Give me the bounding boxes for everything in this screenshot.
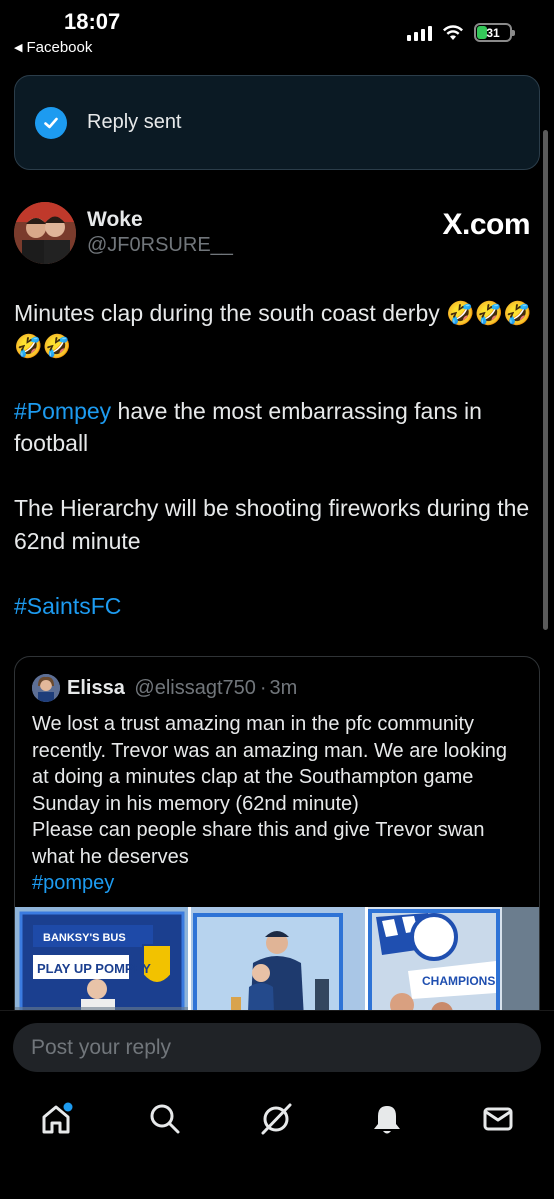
battery-icon: 31 [474,23,515,42]
bottom-nav [0,1099,554,1144]
author-avatar[interactable] [14,202,76,264]
media-image-text: PLAY UP POMPEY [37,961,151,976]
back-arrow-icon: ◀ [14,42,23,54]
media-image-text: BANKSY'S BUS [43,932,126,944]
grok-icon[interactable] [256,1099,296,1139]
search-icon[interactable] [145,1099,185,1139]
reply-input[interactable]: Post your reply [13,1023,541,1072]
wifi-icon [443,24,463,40]
quoted-author-avatar[interactable] [32,674,60,702]
x-logo: X.com [442,208,530,241]
hashtag-link[interactable]: #SaintsFC [14,593,121,619]
quoted-tweet[interactable]: Elissa @elissagt750 · 3m We lost a trust a… [14,656,540,1036]
quoted-timestamp: 3m [269,677,298,699]
quoted-header: Elissa @elissagt750 · 3m [67,677,297,700]
tweet-text: Minutes clap during the south coast derb… [14,297,534,655]
reply-sent-toast: Reply sent [14,75,540,170]
hashtag-link[interactable]: #pompey [32,870,527,897]
hashtag-link[interactable]: #Pompey [14,398,111,424]
status-time: 18:07 [64,9,121,34]
media-image-text: CHAMPIONS [422,974,495,988]
back-to-app-link[interactable]: ◀ Facebook [14,39,92,56]
status-indicators: 31 [407,23,515,42]
toast-message: Reply sent [87,111,182,133]
quoted-author-name[interactable]: Elissa [67,677,125,699]
checkmark-icon [35,106,67,139]
quoted-body-text: We lost a trust amazing man in the pfc c… [32,713,508,868]
home-icon[interactable] [36,1099,76,1139]
battery-level: 31 [486,25,500,40]
quoted-author-handle[interactable]: @elissagt750 [134,677,255,699]
notifications-icon[interactable] [367,1099,407,1139]
author-handle[interactable]: @JF0RSURE__ [87,234,233,257]
tweet-paragraph: #SaintsFC [14,590,534,623]
meta-separator: · [259,677,267,699]
author-name[interactable]: Woke [87,208,143,232]
reply-placeholder: Post your reply [31,1035,172,1059]
back-app-label: Facebook [26,39,93,56]
quoted-text: We lost a trust amazing man in the pfc c… [32,711,527,897]
scrollbar[interactable] [543,130,548,630]
screen: 18:07 ◀ Facebook 31 Reply sent Woke @JF0… [0,0,554,1199]
bottom-bar: Post your reply [0,1010,554,1199]
cellular-signal-icon [407,25,432,41]
tweet-paragraph: Minutes clap during the south coast derb… [14,300,533,359]
messages-icon[interactable] [478,1099,518,1139]
tweet-paragraph: The Hierarchy will be shooting fireworks… [14,495,530,554]
tweet-paragraph: #Pompey have the most embarrassing fans … [14,397,482,457]
